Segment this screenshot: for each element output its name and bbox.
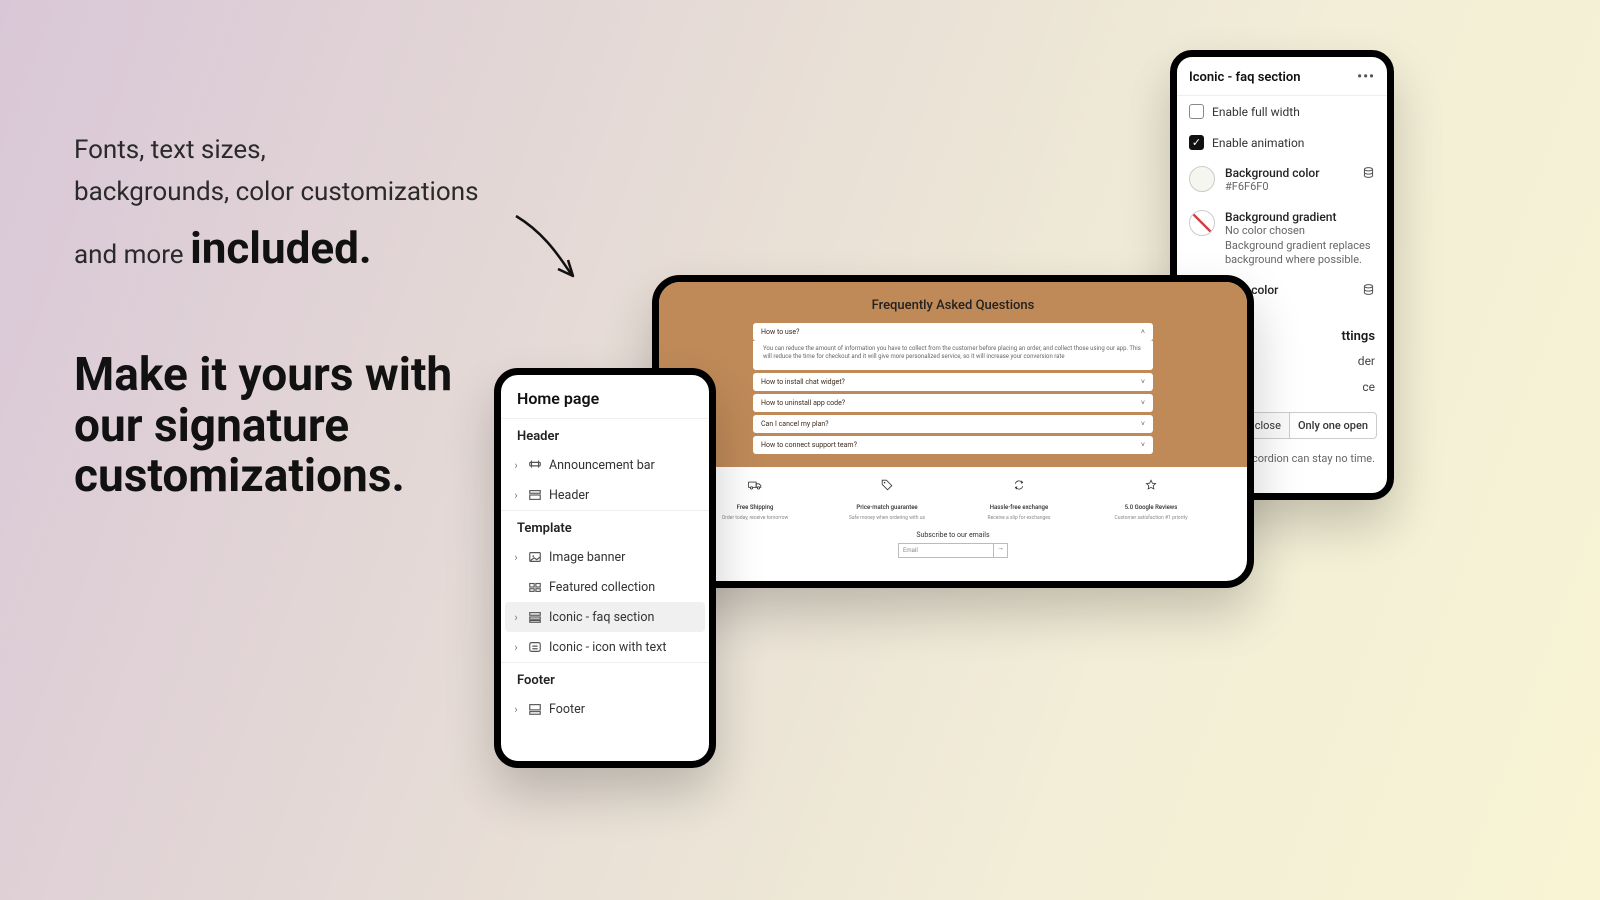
chevron-down-icon: ˅	[1141, 378, 1145, 386]
chevron-right-icon: ›	[511, 489, 521, 502]
tag-icon	[881, 479, 893, 491]
color-swatch-icon	[1189, 166, 1215, 192]
faq-preview-device: Frequently Asked Questions How to use? ˄…	[652, 275, 1254, 588]
header-icon	[527, 487, 543, 503]
sections-panel-title: Home page	[501, 375, 709, 418]
image-icon	[527, 549, 543, 565]
chevron-right-icon: ›	[511, 551, 521, 564]
footer-icon	[527, 701, 543, 717]
exchange-icon	[1013, 479, 1025, 491]
chevron-right-icon: ›	[511, 611, 521, 624]
sections-panel-device: Home page Header › Announcement bar › He…	[494, 368, 716, 768]
benefit-item: Price-match guarantee Safe money when or…	[821, 479, 953, 521]
marketing-line-1: Fonts, text sizes,	[74, 130, 479, 172]
marketing-copy-top: Fonts, text sizes, backgrounds, color cu…	[74, 130, 479, 284]
group-label-template: Template	[501, 510, 709, 542]
chevron-up-icon: ˄	[1141, 328, 1145, 336]
checkbox-unchecked-icon[interactable]	[1189, 104, 1204, 119]
marketing-headline: Make it yours with our signature customi…	[74, 350, 504, 502]
faq-item[interactable]: Can I cancel my plan? ˅	[753, 415, 1153, 433]
seg-only-one-open[interactable]: Only one open	[1290, 412, 1377, 439]
marketing-line-2: backgrounds, color customizations	[74, 172, 479, 214]
truck-icon	[748, 479, 762, 491]
marketing-line-3: and more included.	[74, 213, 479, 283]
section-row-iconic-faq[interactable]: › Iconic - faq section	[505, 602, 705, 632]
chevron-down-icon: ˅	[1141, 420, 1145, 428]
email-field[interactable]: Email	[899, 544, 993, 557]
collection-icon	[527, 579, 543, 595]
announcement-icon	[527, 457, 543, 473]
faq-item[interactable]: How to uninstall app code? ˅	[753, 394, 1153, 412]
arrow-icon	[506, 206, 596, 296]
group-label-header: Header	[501, 418, 709, 450]
background-color-row[interactable]: Background color #F6F6F0	[1177, 158, 1387, 202]
section-icon	[527, 609, 543, 625]
faq-item[interactable]: How to connect support team? ˅	[753, 436, 1153, 454]
icon-text-icon	[527, 639, 543, 655]
no-color-swatch-icon	[1189, 210, 1215, 236]
chevron-down-icon: ˅	[1141, 441, 1145, 449]
section-row-header[interactable]: › Header	[501, 480, 709, 510]
background-gradient-row[interactable]: Background gradient No color chosen Back…	[1177, 202, 1387, 275]
benefit-item: 5.0 Google Reviews Customer satisfaction…	[1085, 479, 1217, 521]
database-icon[interactable]	[1362, 283, 1375, 299]
enable-animation-row[interactable]: ✓ Enable animation	[1177, 127, 1387, 158]
faq-answer: You can reduce the amount of information…	[753, 341, 1153, 370]
section-row-iconic-icon-text[interactable]: › Iconic - icon with text	[501, 632, 709, 662]
settings-panel-title: Iconic - faq section	[1189, 70, 1301, 85]
section-row-featured-collection[interactable]: › Featured collection	[501, 572, 709, 602]
section-row-announcement-bar[interactable]: › Announcement bar	[501, 450, 709, 480]
chevron-right-icon: ›	[511, 703, 521, 716]
section-row-image-banner[interactable]: › Image banner	[501, 542, 709, 572]
submit-arrow-icon[interactable]: →	[993, 544, 1007, 557]
section-row-footer[interactable]: › Footer	[501, 694, 709, 724]
database-icon[interactable]	[1362, 166, 1375, 182]
faq-section-title: Frequently Asked Questions	[669, 298, 1237, 313]
faq-item[interactable]: How to install chat widget? ˅	[753, 373, 1153, 391]
benefit-item: Hassle-free exchange Receive a slip for …	[953, 479, 1085, 521]
chevron-right-icon: ›	[511, 641, 521, 654]
email-input-row[interactable]: Email →	[898, 543, 1008, 558]
more-icon[interactable]: •••	[1357, 69, 1375, 85]
group-label-footer: Footer	[501, 662, 709, 694]
chevron-down-icon: ˅	[1141, 399, 1145, 407]
chevron-right-icon: ›	[511, 459, 521, 472]
star-icon	[1145, 479, 1157, 491]
checkbox-checked-icon[interactable]: ✓	[1189, 135, 1204, 150]
subscribe-label: Subscribe to our emails	[659, 531, 1247, 539]
faq-item[interactable]: How to use? ˄	[753, 323, 1153, 341]
enable-full-width-row[interactable]: Enable full width	[1177, 96, 1387, 127]
